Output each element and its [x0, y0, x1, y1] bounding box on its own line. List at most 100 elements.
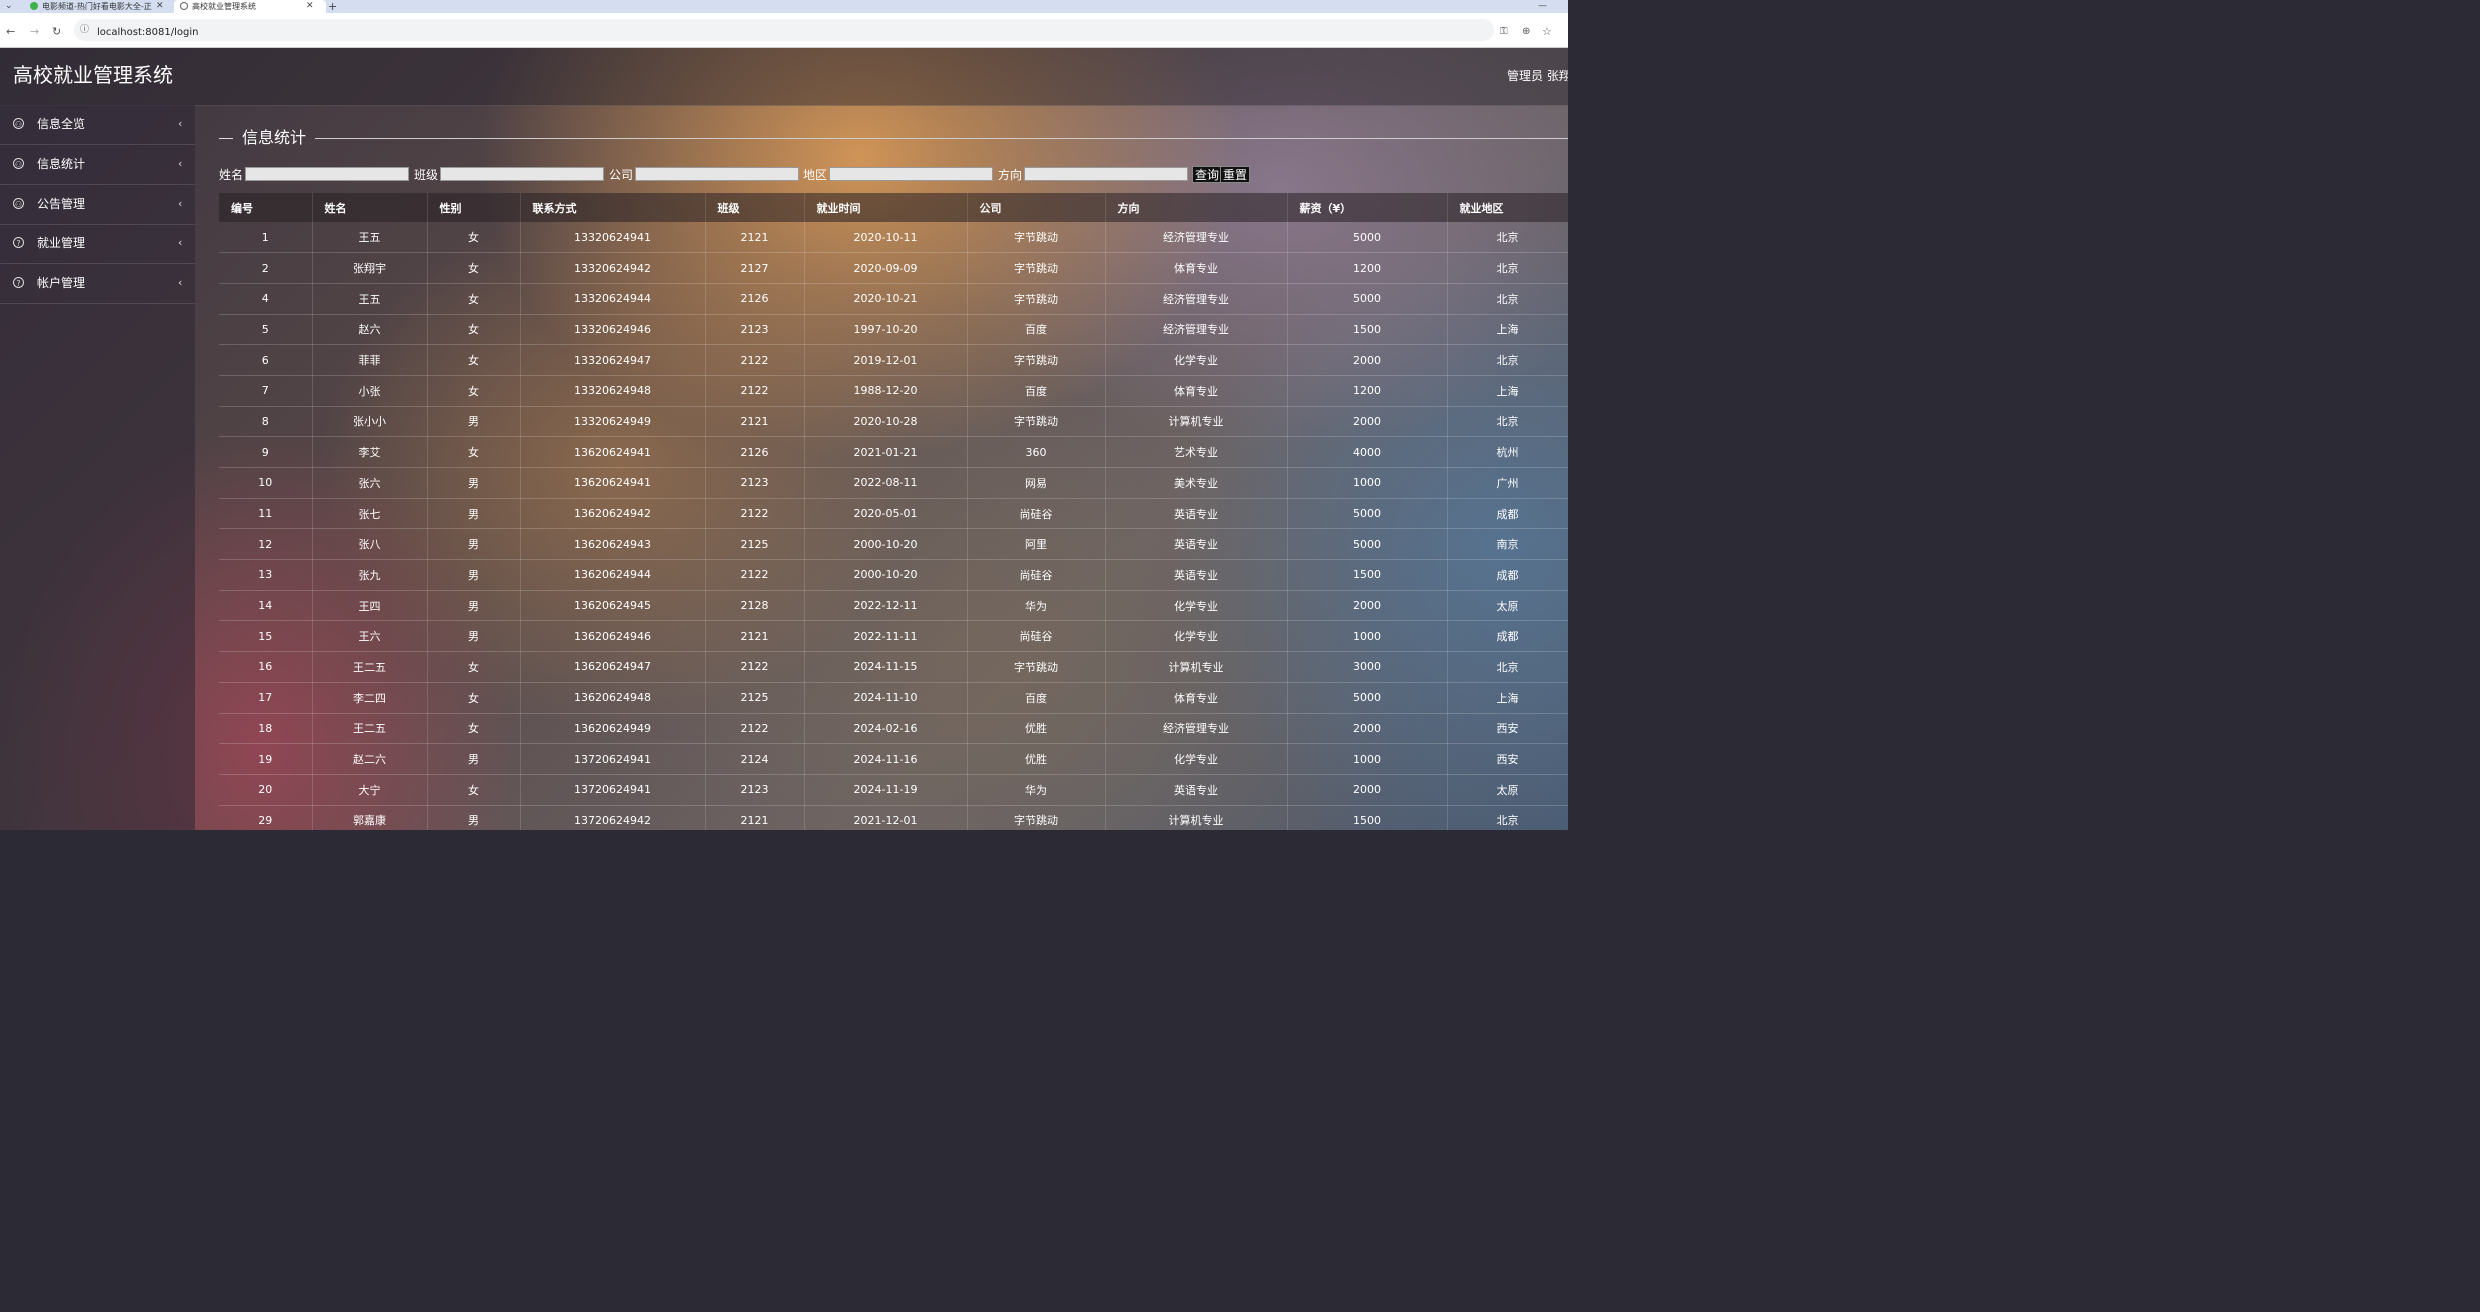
browser-tab-active[interactable]: 高校就业管理系统 — [174, 0, 326, 13]
sidebar-item-accounts[interactable]: ? 帐户管理 ‹ — [0, 264, 195, 304]
cell-direction: 经济管理专业 — [1105, 713, 1288, 745]
cell-gender: 男 — [427, 498, 521, 530]
cell-phone: 13620624942 — [520, 498, 706, 530]
query-button[interactable]: 查询 — [1192, 166, 1223, 183]
cell-class: 2123 — [705, 467, 805, 499]
cell-employment-date: 1997-10-20 — [804, 314, 968, 346]
key-icon[interactable]: ⚿ — [1500, 13, 1508, 51]
zoom-icon[interactable]: ⊕ — [1522, 13, 1530, 51]
cell-direction: 英语专业 — [1105, 559, 1288, 591]
table-row[interactable]: 2 张翔宇女 13320624942 2127 2020-09-09 字节跳动 体育专业 12… — [219, 252, 1568, 284]
column-header-company[interactable]: 公司 — [967, 193, 1106, 222]
table-row[interactable]: 7 小张女 13320624948 2122 1988-12-20 百度 体育专业 1200 上… — [219, 375, 1568, 407]
table-row[interactable]: 16 王二五女 13620624947 2122 2024-11-15 字节跳动 计算机专业… — [219, 651, 1568, 683]
direction-input[interactable] — [1024, 167, 1188, 181]
column-header-region[interactable]: 就业地区 — [1447, 193, 1568, 222]
reset-button[interactable]: 重置 — [1220, 166, 1251, 183]
table-row[interactable]: 14 王四男 13620624945 2128 2022-12-11 华为 化学专业 2000… — [219, 590, 1568, 622]
cell-employment-date: 1988-12-20 — [804, 375, 968, 407]
cell-phone: 13720624942 — [520, 805, 706, 830]
table-row[interactable]: 9 李艾女 13620624941 2126 2021-01-21 360 艺术专业 4000… — [219, 436, 1568, 468]
cell-company: 百度 — [967, 314, 1106, 346]
table-row[interactable]: 6 菲菲女 13320624947 2122 2019-12-01 字节跳动 化学专业 200… — [219, 344, 1568, 376]
table-row[interactable]: 19 赵二六男 13720624941 2124 2024-11-16 优胜 化学专业 100… — [219, 743, 1568, 775]
cell-phone: 13620624941 — [520, 436, 706, 468]
site-info-icon[interactable]: ⓘ — [80, 19, 89, 41]
column-header-salary[interactable]: 薪资（¥） — [1287, 193, 1448, 222]
cell-gender: 女 — [427, 314, 521, 346]
cell-salary: 1200 — [1287, 375, 1448, 407]
sidebar-item-label: 就业管理 — [37, 236, 86, 250]
cell-gender: 男 — [427, 743, 521, 775]
cell-company: 字节跳动 — [967, 283, 1106, 315]
table-row[interactable]: 4 王五女 13320624944 2126 2020-10-21 字节跳动 经济管理专业 5… — [219, 283, 1568, 315]
cell-salary: 5000 — [1287, 682, 1448, 714]
column-header-name[interactable]: 姓名 — [312, 193, 428, 222]
cell-company: 尚硅谷 — [967, 620, 1106, 653]
table-row[interactable]: 12 张八男 13620624943 2125 2000-10-20 阿里 英语专业 5000… — [219, 528, 1568, 561]
table-row[interactable]: 8 张小小男 13320624949 2121 2020-10-28 字节跳动 计算机专业 2… — [219, 406, 1568, 438]
address-bar[interactable]: ⓘ — [74, 19, 1494, 41]
cell-direction: 计算机专业 — [1105, 651, 1288, 683]
forward-arrow-icon[interactable]: → — [30, 13, 39, 51]
cell-direction: 化学专业 — [1105, 620, 1288, 653]
cell-id: 19 — [219, 743, 313, 775]
cell-company: 尚硅谷 — [967, 498, 1106, 530]
sidebar-item-announcements[interactable]: ⚇ 公告管理 ‹ — [0, 185, 195, 225]
table-row[interactable]: 20 大宁女 13720624941 2123 2024-11-19 华为 英语专业 2000… — [219, 774, 1568, 806]
table-row[interactable]: 11 张七男 13620624942 2122 2020-05-01 尚硅谷 英语专业 500… — [219, 498, 1568, 530]
heading-rule-right — [315, 138, 1568, 139]
cell-company: 优胜 — [967, 743, 1106, 775]
back-arrow-icon[interactable]: ← — [6, 13, 15, 51]
tab-list-chevron-icon[interactable]: ⌄ — [5, 0, 13, 13]
current-user[interactable]: 管理员 张翔 — [1507, 48, 1568, 105]
cell-salary: 3000 — [1287, 651, 1448, 683]
table-row[interactable]: 15 王六男 13620624946 2121 2022-11-11 尚硅谷 化学专业 100… — [219, 620, 1568, 653]
cell-id: 20 — [219, 774, 313, 806]
section-title: 信息统计 — [242, 128, 307, 147]
table-row[interactable]: 18 王二五女 13620624949 2122 2024-02-16 优胜 经济管理专业 2… — [219, 713, 1568, 745]
sidebar-item-overview[interactable]: ⚇ 信息全览 ‹ — [0, 105, 195, 145]
cell-salary: 1200 — [1287, 252, 1448, 284]
new-tab-icon[interactable]: + — [328, 0, 337, 13]
column-header-gender[interactable]: 性别 — [427, 193, 521, 222]
column-header-phone[interactable]: 联系方式 — [520, 193, 706, 222]
cell-phone: 13620624948 — [520, 682, 706, 714]
column-header-employment-date[interactable]: 就业时间 — [804, 193, 968, 222]
cell-phone: 13320624946 — [520, 314, 706, 346]
url-text[interactable]: localhost:8081/login — [97, 13, 198, 53]
bookmark-star-icon[interactable]: ☆ — [1542, 13, 1552, 51]
table-row[interactable]: 10 张六男 13620624941 2123 2022-08-11 网易 美术专业 1000… — [219, 467, 1568, 499]
table-row[interactable]: 5 赵六女 13320624946 2123 1997-10-20 百度 经济管理专业 150… — [219, 314, 1568, 346]
column-header-class[interactable]: 班级 — [705, 193, 805, 222]
class-input[interactable] — [440, 167, 604, 181]
cell-class: 2123 — [705, 774, 805, 806]
company-input[interactable] — [635, 167, 799, 181]
name-input[interactable] — [245, 167, 409, 181]
sidebar-item-statistics[interactable]: ⚇ 信息统计 ‹ — [0, 145, 195, 185]
region-input[interactable] — [829, 167, 993, 181]
cell-employment-date: 2020-09-09 — [804, 252, 968, 284]
close-tab-icon[interactable]: ✕ — [156, 0, 164, 13]
cell-class: 2124 — [705, 743, 805, 775]
column-header-id[interactable]: 编号 — [219, 193, 313, 222]
cell-gender: 女 — [427, 344, 521, 376]
reload-icon[interactable]: ↻ — [52, 13, 61, 51]
cell-id: 9 — [219, 436, 313, 468]
class-label: 班级 — [414, 168, 439, 182]
table-row[interactable]: 1 王五女 13320624941 2121 2020-10-11 字节跳动 经济管理专业 5… — [219, 222, 1568, 254]
sidebar-item-employment[interactable]: ? 就业管理 ‹ — [0, 224, 195, 264]
browser-tab-movies[interactable]: 电影频道-热门好看电影大全-正 — [30, 0, 152, 13]
table-row[interactable]: 13 张九男 13620624944 2122 2000-10-20 尚硅谷 英语专业 150… — [219, 559, 1568, 591]
table-row[interactable]: 17 李二四女 13620624948 2125 2024-11-10 百度 体育专业 500… — [219, 682, 1568, 714]
close-tab-icon[interactable]: ✕ — [306, 0, 314, 13]
cell-phone: 13620624949 — [520, 713, 706, 745]
cell-class: 2121 — [705, 406, 805, 438]
browser-tab-bar: ⌄ 电影频道-热门好看电影大全-正 ✕ 高校就业管理系统 ✕ + — — [0, 0, 1568, 13]
cell-id: 4 — [219, 283, 313, 315]
cell-company: 360 — [967, 436, 1106, 468]
table-row[interactable]: 29 郭嘉康男 13720624942 2121 2021-12-01 字节跳动 计算机专业… — [219, 805, 1568, 830]
cell-region: 北京 — [1447, 406, 1568, 438]
minimize-window-icon[interactable]: — — [1538, 0, 1547, 13]
column-header-direction[interactable]: 方向 — [1105, 193, 1288, 222]
